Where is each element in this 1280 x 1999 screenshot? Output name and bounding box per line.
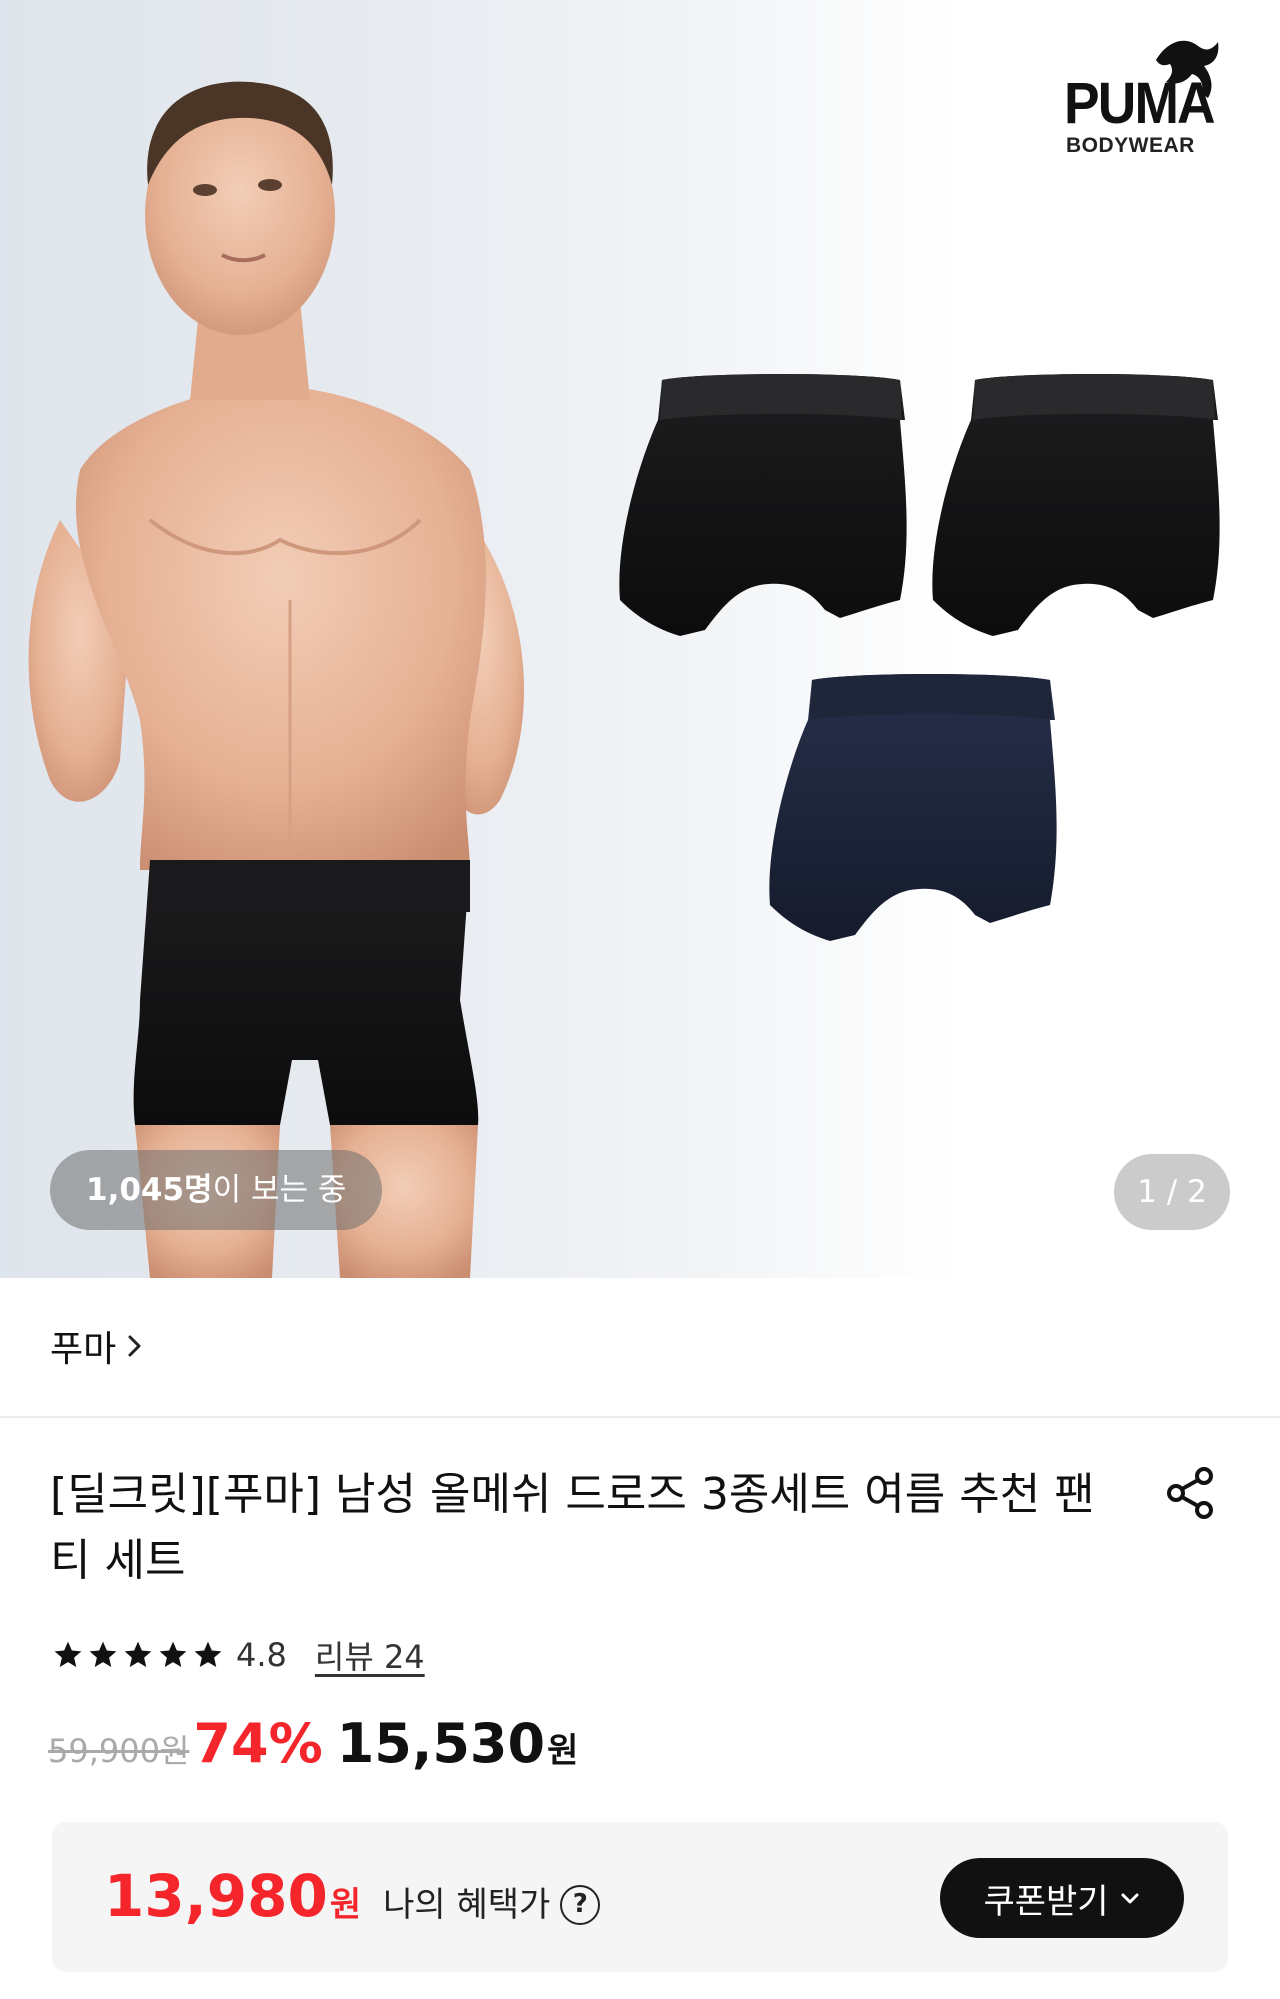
product-photo (28, 40, 1220, 1278)
product-title: [딜크릿][푸마] 남성 올메쉬 드로즈 3종세트 여름 추천 팬티 세트 (50, 1469, 1095, 1586)
brand-link[interactable]: 푸마 (50, 1320, 146, 1372)
brand-logo-subtitle: BODYWEAR (1066, 134, 1195, 157)
benefit-price: 13,980 (104, 1862, 328, 1930)
product-image-carousel[interactable]: PUMA BODYWEAR 1,045명이 보는 중 1 / 2 (0, 0, 1280, 1278)
star-icon (124, 1641, 152, 1667)
product-brief-navy (769, 674, 1057, 941)
chevron-right-icon (128, 1335, 141, 1357)
product-brief-black-1 (619, 374, 907, 636)
rating-value: 4.8 (236, 1636, 287, 1674)
brand-logo-text: PUMA (1064, 71, 1216, 136)
chevron-down-icon (1121, 1893, 1139, 1904)
sale-price-currency: 원 (547, 1731, 579, 1771)
benefit-price-box: 13,980 원 나의 혜택가 ? 쿠폰받기 (52, 1822, 1228, 1972)
benefit-price-row: 13,980 원 나의 혜택가 ? (104, 1862, 601, 1930)
share-button[interactable] (1160, 1462, 1222, 1524)
star-icon (159, 1641, 187, 1667)
help-icon[interactable]: ? (560, 1885, 601, 1925)
star-icon (194, 1641, 222, 1667)
section-divider (0, 1416, 1280, 1418)
review-count-link[interactable]: 리뷰 24 (315, 1632, 425, 1678)
product-brief-black-2 (932, 374, 1220, 636)
brand-name: 푸마 (50, 1329, 117, 1370)
coupon-button-label: 쿠폰받기 (983, 1881, 1109, 1922)
model-figure (28, 81, 524, 1278)
share-icon (1167, 1467, 1213, 1519)
star-icon (89, 1641, 117, 1667)
benefit-label: 나의 혜택가 (383, 1885, 551, 1925)
discount-rate: 74% (193, 1712, 323, 1775)
price-row: 59,900원 74% 15,530 원 (48, 1712, 578, 1775)
carousel-page-indicator: 1 / 2 (1114, 1154, 1230, 1230)
rating-row: 4.8 리뷰 24 (52, 1632, 425, 1678)
viewers-count: 1,045명 (86, 1172, 213, 1208)
benefit-currency: 원 (329, 1885, 362, 1925)
live-viewers-badge: 1,045명이 보는 중 (50, 1150, 383, 1230)
star-rating (52, 1639, 224, 1671)
star-icon (54, 1641, 82, 1667)
original-price: 59,900원 (48, 1732, 190, 1770)
get-coupon-button[interactable]: 쿠폰받기 (940, 1858, 1184, 1938)
sale-price: 15,530 (336, 1712, 546, 1775)
viewers-suffix: 이 보는 중 (212, 1172, 347, 1208)
